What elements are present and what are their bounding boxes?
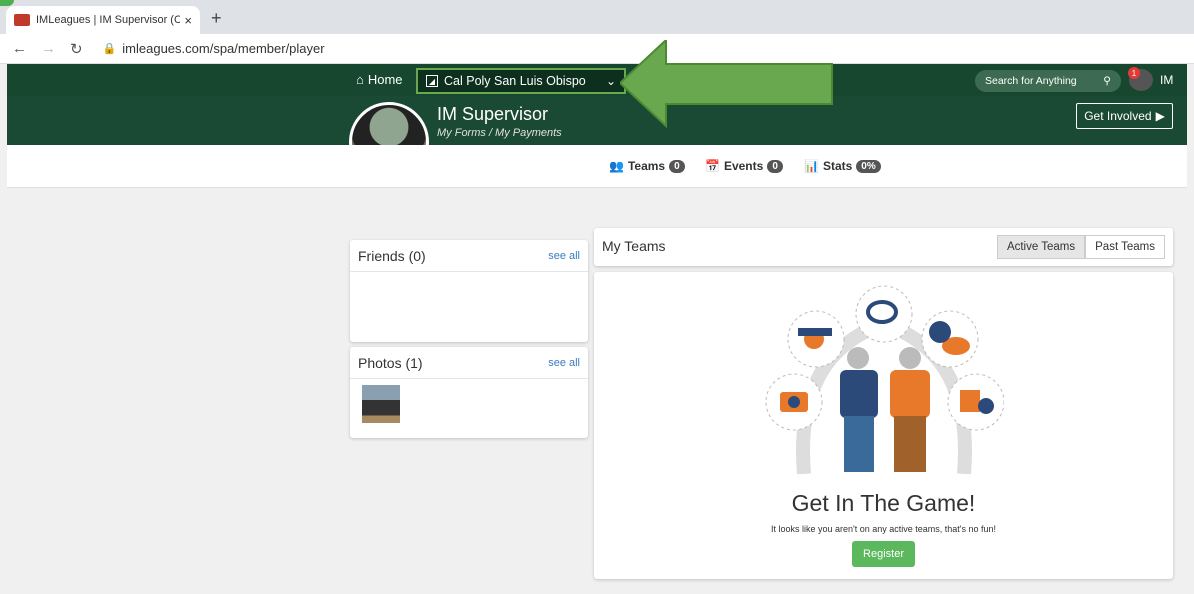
stat-teams[interactable]: 👥 Teams 0 [609,159,685,173]
browser-tab[interactable]: IMLeagues | IM Supervisor (Cal P × [6,6,200,34]
friends-title: Friends (0) [358,247,426,264]
get-in-game-card: Get In The Game! It looks like you aren'… [594,272,1173,579]
teams-icon: 👥 [609,159,624,173]
photos-card: Photos (1) see all [350,347,588,438]
photos-title: Photos (1) [358,354,423,371]
teams-tab-group: Active Teams Past Teams [996,235,1165,259]
stat-stats[interactable]: 📊 Stats 0% [804,159,881,173]
new-tab-button[interactable]: + [211,8,222,29]
forward-icon[interactable]: → [41,40,56,57]
annotation-arrow-icon [620,40,833,129]
url-field[interactable]: imleagues.com/spa/member/player [122,41,324,56]
friends-see-all-link[interactable]: see all [548,250,580,262]
get-involved-button[interactable]: Get Involved ▶ [1076,103,1173,129]
tab-past-teams[interactable]: Past Teams [1085,235,1165,259]
stat-stats-label: Stats [822,159,853,173]
home-label: Home [367,72,403,87]
my-teams-title: My Teams [602,238,666,254]
profile-name: IM Supervisor [437,104,549,124]
search-input[interactable]: Search for Anything ⚲ [975,70,1121,92]
home-link[interactable]: ⌂ Home [356,72,403,87]
stat-stats-count: 0% [856,159,881,173]
friends-card: Friends (0) see all [350,240,588,342]
stat-teams-label: Teams [627,159,666,173]
photo-thumbnail[interactable] [362,385,400,423]
get-involved-label: Get Involved [1084,109,1152,123]
close-icon[interactable]: × [184,13,192,28]
play-icon: ▶ [1155,109,1165,123]
stat-events-count: 0 [767,159,783,173]
reload-icon[interactable]: ↻ [70,40,83,58]
user-initials[interactable]: IM [1160,73,1173,87]
team-illustration-icon [765,285,1004,474]
site-top-nav: ⌂ Home ◢ Cal Poly San Luis Obispo ⌄ Sear… [7,64,1187,96]
stats-bar: 👥 Teams 0 📅 Events 0 📊 Stats 0% [7,145,1187,188]
lock-icon: 🔒 [102,43,117,55]
favicon-icon [14,14,30,26]
calendar-icon: 📅 [705,159,720,173]
browser-tab-bar: IMLeagues | IM Supervisor (Cal P × + [0,0,1194,34]
profile-links[interactable]: My Forms / My Payments [437,127,562,139]
my-teams-header: My Teams Active Teams Past Teams [594,228,1173,266]
profile-header: IM Supervisor My Forms / My Payments Get… [7,96,1187,145]
stats-icon: 📊 [804,159,819,173]
tab-title: IMLeagues | IM Supervisor (Cal P [36,14,181,26]
search-icon: ⚲ [1103,75,1111,87]
photos-see-all-link[interactable]: see all [548,357,580,369]
photos-card-header: Photos (1) see all [350,347,588,379]
stat-teams-count: 0 [669,159,685,173]
stat-events-label: Events [723,159,764,173]
search-placeholder: Search for Anything [985,75,1077,87]
back-icon[interactable]: ← [12,40,27,57]
stat-events[interactable]: 📅 Events 0 [705,159,783,173]
chevron-down-icon: ⌄ [605,74,616,88]
school-label: Cal Poly San Luis Obispo [444,74,586,88]
friends-card-header: Friends (0) see all [350,240,588,272]
get-in-game-headline: Get In The Game! [791,490,976,516]
home-icon: ⌂ [356,72,364,87]
address-bar: ← → ↻ 🔒 imleagues.com/spa/member/player [0,34,1194,64]
register-button[interactable]: Register [852,541,915,567]
school-icon: ◢ [426,75,438,87]
no-teams-message: It looks like you aren't on any active t… [770,524,997,534]
school-dropdown[interactable]: ◢ Cal Poly San Luis Obispo ⌄ [416,68,626,94]
notification-badge[interactable]: 1 [1128,67,1140,79]
tab-active-teams[interactable]: Active Teams [996,235,1086,259]
